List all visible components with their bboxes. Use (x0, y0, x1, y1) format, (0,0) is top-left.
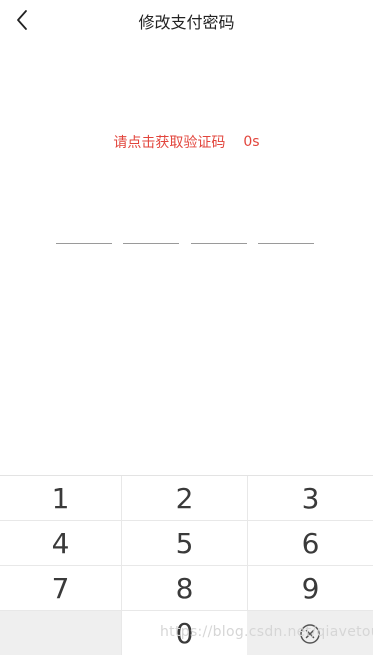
code-slot[interactable] (123, 218, 180, 244)
countdown-timer: 0s (243, 134, 260, 150)
key-4[interactable]: 4 (0, 521, 121, 566)
screen: 修改支付密码 请点击获取验证码 0s 1 2 3 4 5 6 7 8 9 0 h… (0, 0, 373, 655)
code-slot[interactable] (190, 218, 247, 244)
key-7[interactable]: 7 (0, 566, 121, 611)
backspace-circle-x-icon (300, 623, 320, 644)
header: 修改支付密码 (0, 0, 373, 40)
key-8[interactable]: 8 (121, 566, 247, 611)
page-title: 修改支付密码 (138, 13, 235, 32)
key-5[interactable]: 5 (121, 521, 247, 566)
get-code-link[interactable]: 请点击获取验证码 (113, 132, 225, 152)
verification-prompt-row: 请点击获取验证码 0s (0, 132, 373, 152)
key-9[interactable]: 9 (247, 566, 373, 611)
code-input[interactable] (56, 218, 314, 244)
code-slot[interactable] (257, 218, 314, 244)
numeric-keypad: 1 2 3 4 5 6 7 8 9 0 (0, 475, 373, 655)
key-6[interactable]: 6 (247, 521, 373, 566)
delete-key[interactable] (247, 611, 373, 655)
key-1[interactable]: 1 (0, 476, 121, 521)
key-0[interactable]: 0 (121, 611, 247, 655)
key-blank (0, 611, 121, 655)
key-2[interactable]: 2 (121, 476, 247, 521)
key-3[interactable]: 3 (247, 476, 373, 521)
code-slot[interactable] (56, 218, 112, 244)
